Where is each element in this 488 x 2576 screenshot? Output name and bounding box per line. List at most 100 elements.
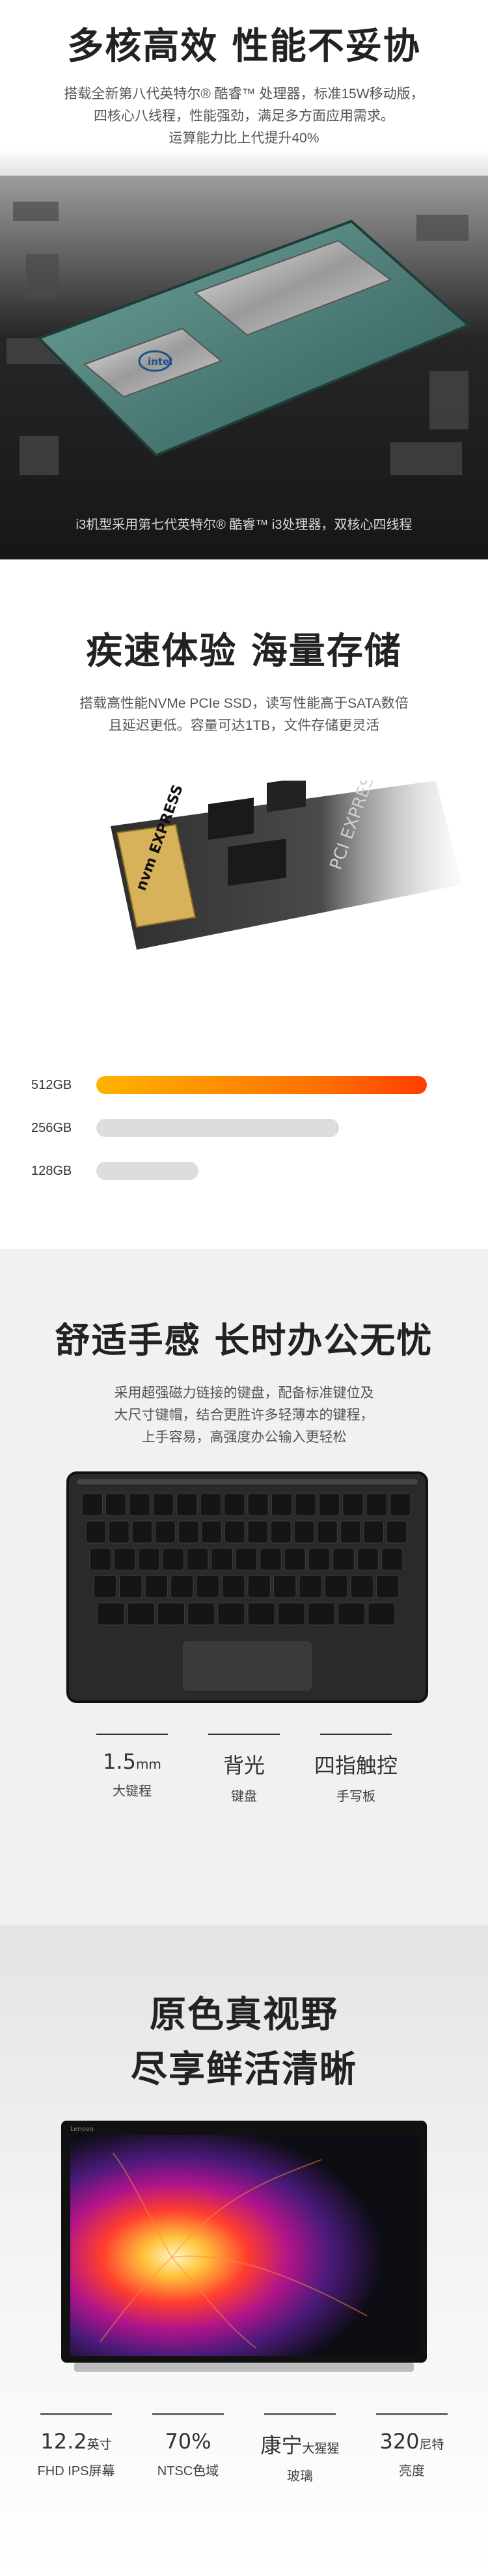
keycap — [342, 1493, 364, 1516]
keycap — [162, 1548, 185, 1571]
ssd-desc-line: 搭载高性能NVMe PCIe SSD，读写性能高于SATA数倍 — [79, 696, 409, 711]
ssd-module-illustration: nvm EXPRESS PCI EXPRESS — [111, 781, 462, 950]
keycap — [317, 1520, 338, 1544]
spec-value: 四指触控 — [314, 1753, 398, 1778]
keycap — [340, 1520, 361, 1544]
keyboard-description: 采用超强磁力链接的键盘，配备标准键位及 大尺寸键帽，结合更胜许多轻薄本的键程， … — [0, 1382, 488, 1449]
keycap — [97, 1602, 125, 1626]
display-spec: 12.2英寸 FHD IPS屏幕 — [27, 2413, 125, 2484]
display-spec-list: 12.2英寸 FHD IPS屏幕 70% NTSC色域 康宁大猩猩 玻璃 320… — [0, 2413, 488, 2484]
keycap — [299, 1575, 322, 1598]
keycap — [152, 1493, 174, 1516]
keycap — [357, 1548, 379, 1571]
keycap — [129, 1493, 150, 1516]
touchpad — [182, 1640, 313, 1692]
keycap — [200, 1493, 222, 1516]
keyboard-illustration — [66, 1471, 428, 1703]
cpu-desc-line: 运算能力比上代提升40% — [169, 131, 319, 146]
keycap — [85, 1520, 107, 1544]
spec-label: 手写板 — [336, 1790, 375, 1804]
display-title-line2: 尽享鲜活清晰 — [131, 2048, 357, 2091]
keycap — [390, 1493, 411, 1516]
capacity-bar-row: 128GB — [31, 1149, 448, 1192]
keyboard-title: 舒适手感 长时办公无忧 — [55, 1320, 433, 1361]
keycap — [325, 1575, 348, 1598]
keycap — [271, 1493, 293, 1516]
keycap — [105, 1493, 127, 1516]
keycap — [144, 1575, 168, 1598]
keycap — [138, 1548, 160, 1571]
keycap — [187, 1548, 209, 1571]
display-spec: 70% NTSC色域 — [139, 2413, 237, 2484]
keycap — [295, 1493, 316, 1516]
keycap — [157, 1602, 185, 1626]
keycap — [386, 1520, 407, 1544]
keycap — [363, 1520, 384, 1544]
keycap — [131, 1520, 153, 1544]
keyboard-desc-line: 采用超强磁力链接的键盘，配备标准键位及 — [114, 1386, 374, 1401]
spec-divider — [320, 1734, 392, 1735]
cpu-description: 搭载全新第八代英特尔® 酷睿™ 处理器，标准15W移动版， 四核心八线程，性能强… — [0, 83, 488, 150]
cpu-desc-line: 搭载全新第八代英特尔® 酷睿™ 处理器，标准15W移动版， — [64, 87, 424, 101]
keyboard-spec: 四指触控 手写板 — [307, 1734, 405, 1805]
capacity-bar-row: 512GB — [31, 1064, 448, 1107]
ssd-desc-line: 且延迟更低。容量可达1TB，文件存储更灵活 — [108, 718, 380, 733]
keycap — [277, 1602, 305, 1626]
keycap — [247, 1493, 269, 1516]
keycap — [308, 1548, 331, 1571]
capacity-bar — [96, 1119, 339, 1137]
spec-divider — [376, 2413, 448, 2415]
keycap — [260, 1548, 282, 1571]
keycap — [127, 1602, 155, 1626]
keycap — [293, 1520, 315, 1544]
keycap — [338, 1602, 366, 1626]
keycap — [201, 1520, 222, 1544]
capacity-label: 128GB — [31, 1163, 72, 1178]
keycap — [247, 1520, 269, 1544]
capacity-bar — [96, 1076, 427, 1094]
keyboard-spec-list: 1.5mm 大键程 背光 键盘 四指触控 手写板 — [0, 1734, 488, 1805]
keycap — [247, 1575, 271, 1598]
spec-value: 1.5mm — [103, 1749, 161, 1774]
keycap — [178, 1520, 199, 1544]
display-illustration: Lenovo — [61, 2121, 427, 2372]
spec-value: 70% — [165, 2429, 211, 2454]
keycap — [119, 1575, 142, 1598]
cpu-caption: i3机型采用第七代英特尔® 酷睿™ i3处理器，双核心四线程 — [75, 518, 413, 532]
keycap — [284, 1548, 306, 1571]
keycap — [368, 1602, 396, 1626]
spec-label: 亮度 — [399, 2464, 425, 2478]
spec-value: 康宁大猩猩 — [260, 2433, 340, 2458]
spec-label: FHD IPS屏幕 — [37, 2464, 115, 2478]
cpu-desc-line: 四核心八线程，性能强劲，满足多方面应用需求。 — [94, 109, 394, 124]
keycap — [222, 1575, 245, 1598]
keycap — [217, 1602, 245, 1626]
cpu-title: 多核高效 性能不妥协 — [67, 25, 421, 68]
capacity-bar-row: 256GB — [31, 1107, 448, 1149]
keycap — [81, 1493, 103, 1516]
keycap — [176, 1493, 198, 1516]
spec-divider — [96, 1734, 168, 1735]
lenovo-bezel-logo: Lenovo — [70, 2126, 94, 2133]
spec-divider — [208, 1734, 280, 1735]
keyboard-desc-line: 上手容易，高强度办公输入更轻松 — [141, 1430, 347, 1445]
keycap — [113, 1548, 136, 1571]
keycap — [332, 1548, 355, 1571]
keycap — [350, 1575, 373, 1598]
display-section: 原色真视野 尽享鲜活清晰 Lenovo 12.2英寸 FHD IPS屏幕 70%… — [0, 1925, 488, 2576]
keycap — [187, 1602, 215, 1626]
keycap — [381, 1548, 403, 1571]
keycap — [273, 1575, 297, 1598]
spec-divider — [40, 2413, 112, 2415]
keycap — [196, 1575, 219, 1598]
keycap — [366, 1493, 388, 1516]
cpu-chip-illustration: intel — [0, 176, 488, 514]
ssd-description: 搭载高性能NVMe PCIe SSD，读写性能高于SATA数倍 且延迟更低。容量… — [0, 693, 488, 737]
capacity-bar — [96, 1162, 198, 1180]
spec-label: 键盘 — [231, 1790, 257, 1804]
keyboard-desc-line: 大尺寸键帽，结合更胜许多轻薄本的键程， — [114, 1408, 374, 1423]
keycap — [235, 1548, 258, 1571]
keyboard-spec: 1.5mm 大键程 — [83, 1734, 181, 1805]
keycap — [247, 1602, 275, 1626]
spec-value: 背光 — [223, 1753, 265, 1778]
